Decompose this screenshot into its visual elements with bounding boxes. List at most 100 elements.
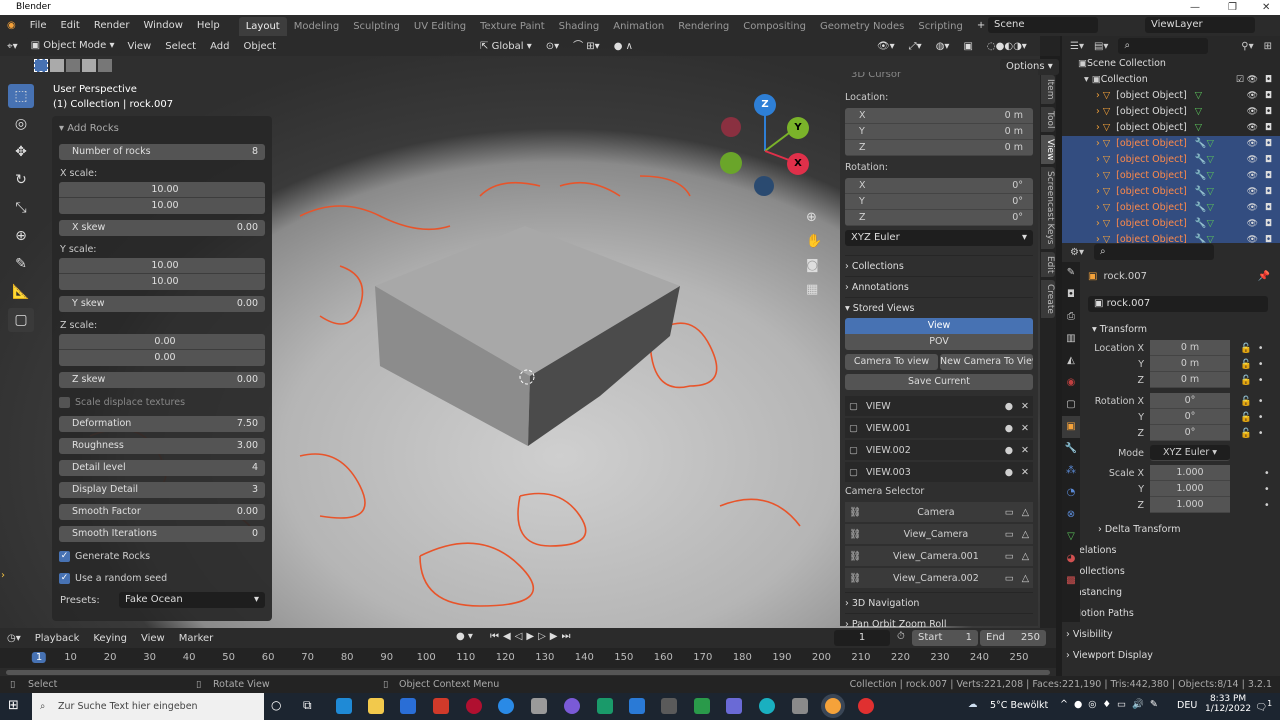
visibility-icon[interactable]: 👁▾ (870, 36, 902, 57)
eye-icon[interactable]: 👁 (1247, 184, 1258, 200)
render-icon[interactable]: ◘ (1265, 200, 1272, 216)
minimize-button[interactable]: — (1190, 0, 1200, 15)
outliner-item[interactable]: › ▽ [object Object] ▽ 👁 ◘ (1062, 120, 1280, 136)
render-icon[interactable]: ◘ (1265, 120, 1272, 136)
scene-selector[interactable]: Scene (988, 17, 1098, 33)
new-camera-to-view-button[interactable]: New Camera To View (940, 354, 1033, 370)
tab-workspace-modeling[interactable]: Modeling (287, 17, 347, 36)
lock-icon[interactable]: 🔓 (1240, 359, 1252, 370)
eye-icon[interactable]: 👁 (1247, 152, 1258, 168)
eye-icon[interactable]: 👁 (1247, 168, 1258, 184)
field-value[interactable]: 0° (1150, 393, 1230, 409)
eye-icon[interactable]: 👁 (1247, 88, 1258, 104)
view-tab-button[interactable]: View (845, 318, 1033, 334)
render-icon[interactable]: ◘ (1265, 104, 1272, 120)
outliner-item[interactable]: › ▽ [object Object] ▽ 👁 ◘ (1062, 88, 1280, 104)
stored-views-section[interactable]: ▾ Stored Views (845, 297, 1033, 318)
tab-workspace-compositing[interactable]: Compositing (736, 17, 813, 36)
field-value[interactable]: 1.000 (1150, 481, 1230, 497)
tab-workspace-rendering[interactable]: Rendering (671, 17, 736, 36)
delta-transform-section[interactable]: › Delta Transform (1088, 519, 1276, 540)
timeline-menu-view[interactable]: View (134, 628, 172, 649)
lock-icon[interactable]: 🔓 (1240, 396, 1252, 407)
outliner-item[interactable]: › ▽ [object Object] ▽ 👁 ◘ (1062, 104, 1280, 120)
select-box-tool-icon[interactable]: ⬚ (8, 84, 34, 108)
field-value[interactable]: 0° (1150, 425, 1230, 441)
menu-edit[interactable]: Edit (53, 15, 86, 36)
object-scale-field[interactable]: Y 1.000 • (1088, 481, 1276, 497)
blender-logo-icon[interactable]: ◉ (0, 15, 23, 36)
outliner-item[interactable]: › ▽ [object Object] 🔧▽ 👁 ◘ (1062, 216, 1280, 232)
camera-view-icon[interactable]: ▭ (1005, 507, 1014, 518)
new-collection-icon[interactable]: ⊞ (1264, 41, 1272, 52)
param-field-smooth-factor[interactable]: Smooth Factor 0.00 (59, 504, 265, 520)
view-layer-tab-icon[interactable]: ▥ (1062, 328, 1080, 350)
frame-ruler[interactable]: 1 10 20 30 40 50 60 70 80 90 100 110 120 130 140 150 160… (0, 648, 1056, 668)
material-tab-icon[interactable]: ◕ (1062, 548, 1080, 570)
camera-select-icon[interactable]: △ (1022, 573, 1029, 584)
x-skew-field[interactable]: X skew 0.00 (59, 220, 265, 236)
app-icon[interactable] (759, 698, 775, 714)
random-seed-checkbox[interactable]: ✓ Use a random seed (59, 570, 265, 586)
lock-icon[interactable]: 🔓 (1240, 343, 1252, 354)
stored-view-item[interactable]: ▢ VIEW.002 ● ✕ (845, 440, 1033, 460)
timeline-scrollbar[interactable] (6, 670, 1050, 675)
object-rotation-field[interactable]: Rotation X 0° 🔓 • (1088, 393, 1276, 409)
outliner-item[interactable]: › ▽ [object Object] 🔧▽ 👁 ◘ (1062, 184, 1280, 200)
menu-file[interactable]: File (23, 15, 54, 36)
y-scale-min-field[interactable]: 10.00 (59, 258, 265, 274)
display-mode-icon[interactable]: ▤▾ (1094, 41, 1108, 52)
notepad-app-icon[interactable] (726, 698, 742, 714)
menu-help[interactable]: Help (190, 15, 227, 36)
scale-displace-checkbox[interactable]: Scale displace textures (59, 394, 265, 410)
eye-icon[interactable]: 👁 (1247, 72, 1258, 88)
cursor-tool-icon[interactable]: ◎ (8, 112, 34, 136)
view-layer-selector[interactable]: ViewLayer (1145, 17, 1255, 33)
explorer-app-icon[interactable] (368, 698, 384, 714)
properties-section-motion-paths[interactable]: › Motion Paths (1066, 603, 1276, 624)
viewport-menu-object[interactable]: Object (236, 36, 283, 57)
timeline-menu-playback[interactable]: Playback (28, 628, 87, 649)
properties-section-relations[interactable]: › Relations (1066, 540, 1276, 561)
timeline-menu-marker[interactable]: Marker (172, 628, 221, 649)
excel-app-icon[interactable] (694, 698, 710, 714)
firefox-app-icon[interactable] (498, 698, 514, 714)
lock-icon[interactable]: 🔓 (1240, 375, 1252, 386)
keyframe-record-icon[interactable]: ● ▾ (456, 631, 473, 642)
app-icon[interactable] (531, 698, 547, 714)
preview-range-icon[interactable]: ⏱ (897, 631, 905, 642)
tab-workspace-scripting[interactable]: Scripting (911, 17, 969, 36)
add-rocks-header[interactable]: ▾ Add Rocks (59, 120, 265, 138)
properties-section-instancing[interactable]: › Instancing (1066, 582, 1276, 603)
camera-select-icon[interactable]: △ (1022, 507, 1029, 518)
shading-modes-icon[interactable]: ◌●◐◑▾ (980, 36, 1034, 57)
transform-orientation-selector[interactable]: ⇱ Global ▾ (473, 36, 539, 57)
stored-view-item[interactable]: ▢ VIEW.003 ● ✕ (845, 462, 1033, 482)
input-language[interactable]: DEU (1177, 700, 1197, 711)
sidebar-tab-tool[interactable]: Tool (1041, 106, 1055, 132)
scene-tab-icon[interactable]: ◭ (1062, 350, 1080, 372)
scale-tool-icon[interactable]: ⤡ (8, 196, 34, 220)
param-field-roughness[interactable]: Roughness 3.00 (59, 438, 265, 454)
properties-section-visibility[interactable]: › Visibility (1066, 624, 1276, 645)
render-icon[interactable]: ◘ (1265, 72, 1272, 88)
stored-view-item[interactable]: ▢ VIEW.001 ● ✕ (845, 418, 1033, 438)
blender-recorder-icon[interactable] (858, 698, 874, 714)
object-location-field[interactable]: Z 0 m 🔓 • (1088, 372, 1276, 388)
object-scale-field[interactable]: Scale X 1.000 • (1088, 465, 1276, 481)
snap-icon[interactable]: ⌒ ⊞▾ (566, 36, 607, 57)
move-tool-icon[interactable]: ✥ (8, 140, 34, 164)
photos-app-icon[interactable] (629, 698, 645, 714)
tool-tab-icon[interactable]: ✎ (1062, 262, 1080, 284)
field-value[interactable]: 0 m (1150, 372, 1230, 388)
number-of-rocks-field[interactable]: Number of rocks 8 (59, 144, 265, 160)
windows-start-icon[interactable]: ⊞ (8, 698, 19, 713)
delete-view-icon[interactable]: ✕ (1021, 445, 1029, 456)
start-frame-field[interactable]: Start 1 (912, 630, 978, 646)
world-tab-icon[interactable]: ◉ (1062, 372, 1080, 394)
camera-item[interactable]: ⛓ View_Camera.002 ▭ △ (845, 568, 1033, 588)
zoom-icon[interactable]: ⊕ (806, 210, 817, 225)
edge-app-icon[interactable] (336, 698, 352, 714)
select-intersect-icon[interactable] (98, 59, 112, 72)
viewport-menu-add[interactable]: Add (203, 36, 236, 57)
